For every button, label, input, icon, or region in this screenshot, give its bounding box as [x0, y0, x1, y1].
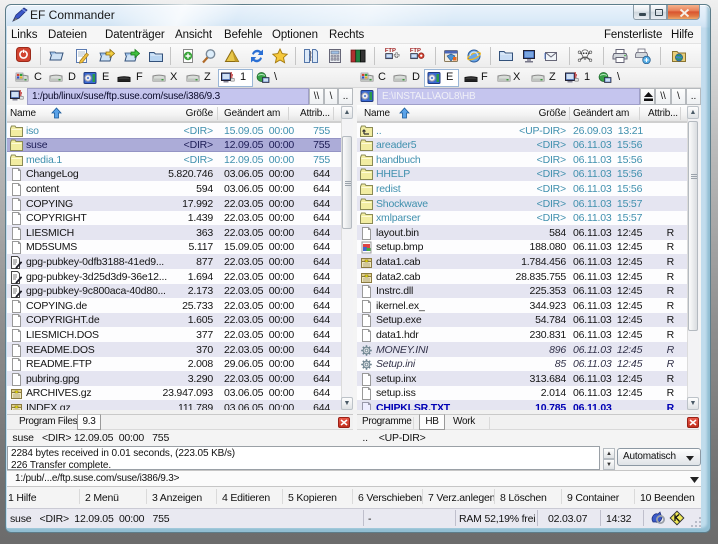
- svg-text:FTP: FTP: [410, 48, 421, 54]
- svg-text:FTP: FTP: [385, 48, 396, 54]
